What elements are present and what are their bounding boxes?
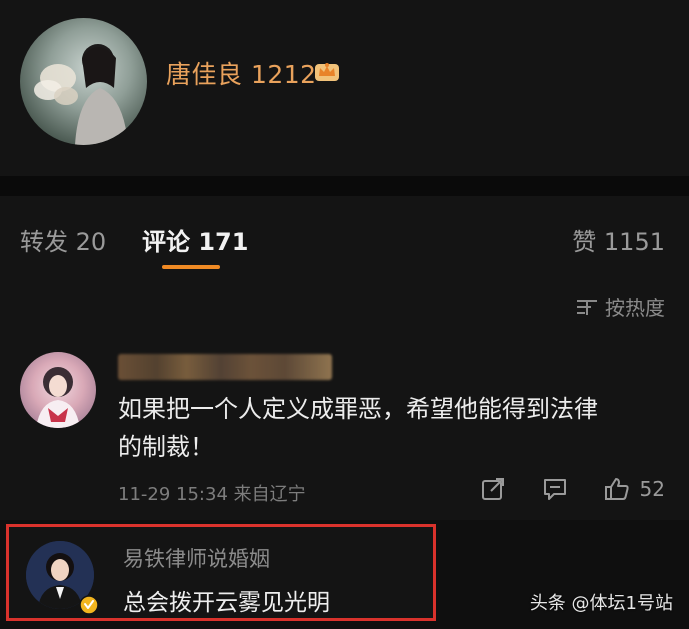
sort-label: 按热度 <box>605 296 665 320</box>
profile-username[interactable]: 唐佳良 1212 <box>166 55 317 91</box>
profile-avatar[interactable] <box>20 18 147 145</box>
tab-repost[interactable]: 转发 20 <box>20 222 106 257</box>
profile-avatar-image <box>34 44 128 145</box>
like-count: 52 <box>639 477 665 501</box>
sort-icon <box>577 299 597 315</box>
comment-item: 如果把一个人定义成罪恶，希望他能得到法律 的制裁！ 11-29 15:34 来自… <box>0 332 689 520</box>
commenter-avatar-image <box>36 367 80 428</box>
tab-bar: 转发 20 评论 171 赞 1151 <box>0 196 689 276</box>
tab-likes[interactable]: 赞 1151 <box>572 222 665 257</box>
reply-icon[interactable] <box>542 476 568 502</box>
verified-icon <box>79 595 99 615</box>
reply-author-name[interactable]: 易铁律师说婚姻 <box>123 543 270 573</box>
comment-meta: 11-29 15:34 来自辽宁 <box>118 484 306 505</box>
watermark: 头条 @体坛1号站 <box>529 593 673 614</box>
share-icon[interactable] <box>480 476 506 502</box>
active-tab-indicator <box>162 265 220 269</box>
profile-header: 唐佳良 1212 <box>0 0 689 176</box>
highlighted-reply: 易铁律师说婚姻 总会拨开云雾见光明 <box>6 524 436 621</box>
comment-text: 如果把一个人定义成罪恶，希望他能得到法律 的制裁！ <box>118 395 598 461</box>
reply-text: 总会拨开云雾见光明 <box>123 590 330 616</box>
sort-by-popularity-button[interactable]: 按热度 <box>575 292 665 321</box>
commenter-name-blurred <box>118 354 332 380</box>
commenter-avatar[interactable] <box>20 352 96 428</box>
like-icon[interactable] <box>604 476 630 502</box>
section-divider <box>0 176 689 196</box>
crown-icon <box>315 63 339 81</box>
sort-row: 按热度 <box>0 276 689 332</box>
tab-comments[interactable]: 评论 171 <box>142 222 248 257</box>
comment-actions: 52 <box>480 476 665 502</box>
